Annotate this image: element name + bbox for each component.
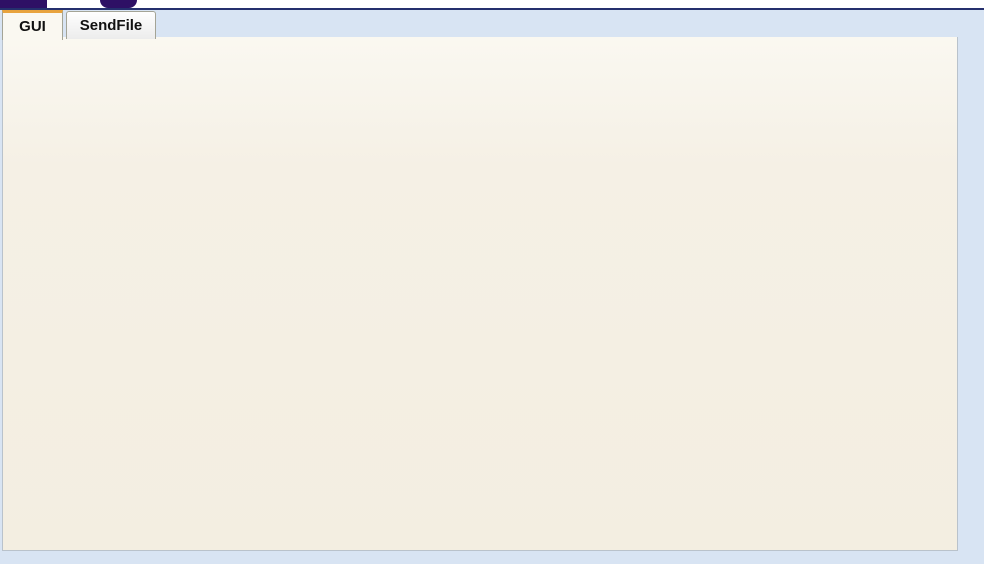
tab-bar: GUI SendFile <box>0 8 984 40</box>
logo-fragment <box>100 0 137 8</box>
logo-fragment <box>0 0 47 8</box>
app-window: GUI SendFile ComPort Baudrate 115200 Ope… <box>0 0 984 564</box>
tab-sendfile[interactable]: SendFile <box>66 11 156 39</box>
gui-tab-page <box>2 36 958 551</box>
top-strip <box>0 0 984 8</box>
tab-gui[interactable]: GUI <box>2 10 63 40</box>
